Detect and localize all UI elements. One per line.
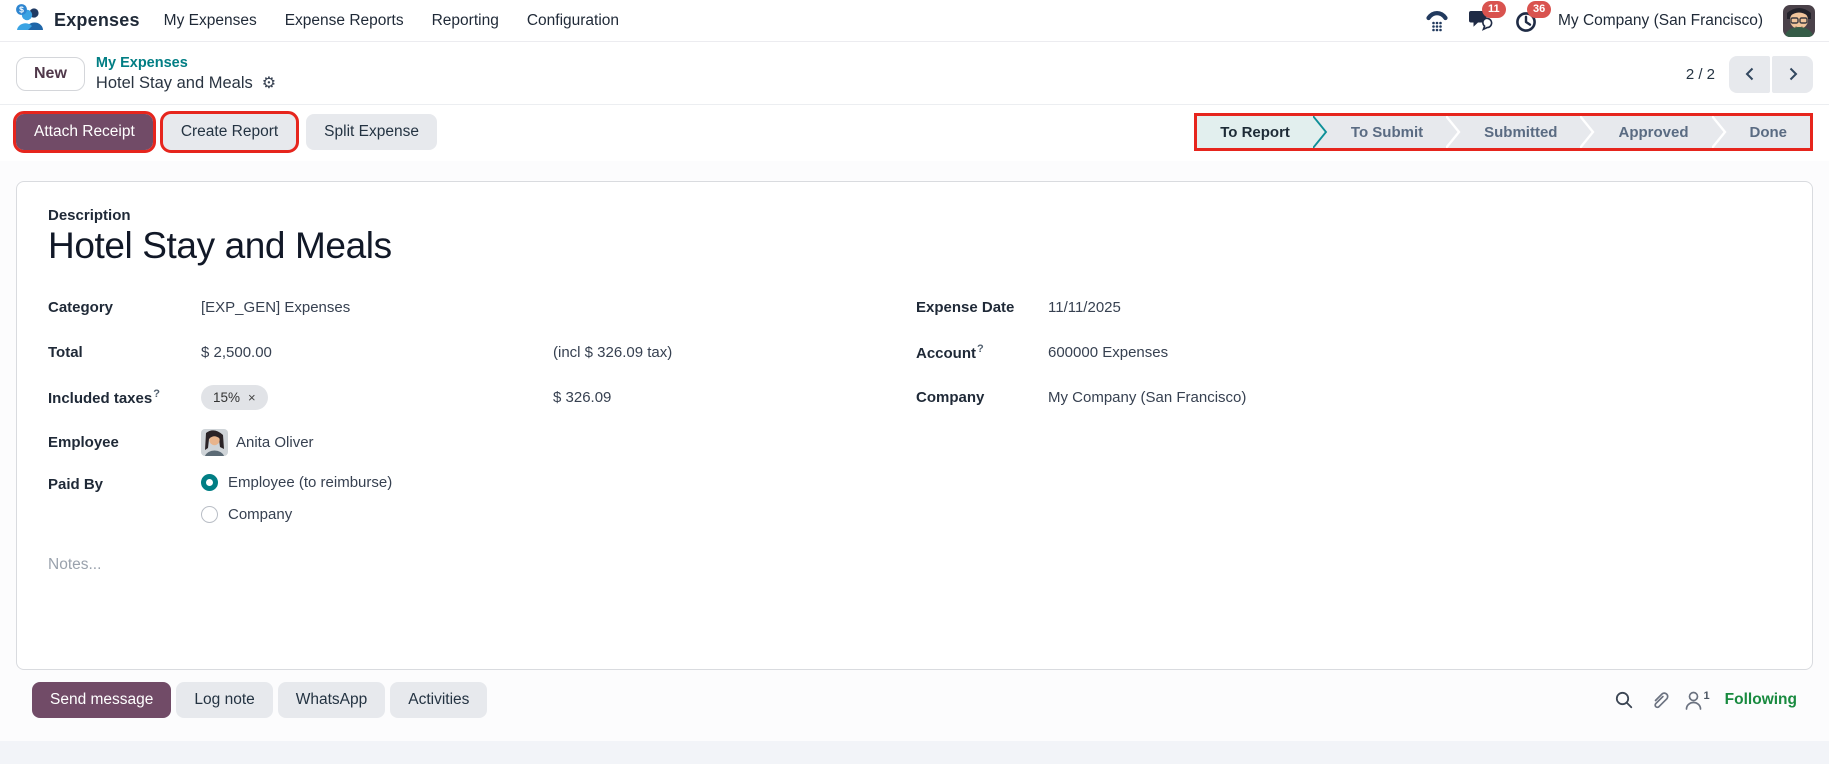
attach-receipt-button[interactable]: Attach Receipt [13, 111, 156, 154]
notes-input[interactable] [48, 556, 948, 613]
employee-avatar [201, 429, 228, 457]
radio-selected-icon[interactable] [201, 474, 218, 492]
account-label: Account? [916, 343, 984, 363]
stage-to-report[interactable]: To Report [1197, 116, 1313, 149]
total-value[interactable]: $ 2,500.00 [201, 344, 553, 361]
description-label: Description [48, 207, 131, 225]
chevron-right-icon [1789, 67, 1797, 81]
category-field: Category [EXP_GEN] Expenses [48, 294, 916, 321]
stage-separator-icon [1711, 116, 1727, 149]
activities-button[interactable]: Activities [390, 682, 488, 719]
breadcrumb-current: Hotel Stay and Meals ⚙ [96, 73, 276, 94]
followers-icon[interactable]: 1 [1684, 690, 1710, 711]
log-note-button[interactable]: Log note [176, 682, 273, 719]
statusbar: To Report To Submit Submitted Approved D… [1194, 113, 1813, 152]
category-label: Category [48, 299, 114, 317]
stage-separator-icon [1580, 116, 1596, 149]
company-switcher[interactable]: My Company (San Francisco) [1558, 12, 1763, 30]
stage-to-submit[interactable]: To Submit [1327, 116, 1447, 149]
action-bar: Attach Receipt Create Report Split Expen… [0, 104, 1829, 162]
menu-my-expenses[interactable]: My Expenses [164, 12, 257, 30]
tax-tag[interactable]: 15% × [201, 385, 268, 411]
help-icon[interactable]: ? [153, 388, 160, 400]
activities-badge: 36 [1526, 0, 1552, 18]
total-field: Total $ 2,500.00 (incl $ 326.09 tax) [48, 339, 916, 366]
company-label: Company [916, 389, 985, 407]
pager-counter: 2 / 2 [1685, 65, 1715, 83]
menu-reporting[interactable]: Reporting [432, 12, 499, 30]
form-view: Description Hotel Stay and Meals Categor… [0, 161, 1829, 719]
account-value[interactable]: 600000 Expenses [1048, 344, 1168, 361]
tax-tag-remove-icon[interactable]: × [248, 391, 256, 404]
radio-unselected-icon[interactable] [201, 506, 218, 524]
total-tax-note: (incl $ 326.09 tax) [553, 344, 673, 362]
main-menu: My Expenses Expense Reports Reporting Co… [164, 12, 619, 30]
expense-date-value[interactable]: 11/11/2025 [1048, 299, 1121, 316]
svg-text:$: $ [19, 4, 24, 14]
stage-approved[interactable]: Approved [1595, 116, 1712, 149]
send-message-button[interactable]: Send message [32, 682, 172, 719]
paid-by-label: Paid By [48, 476, 104, 494]
paid-by-field: Paid By Employee (to reimburse) Company [48, 474, 916, 538]
user-avatar[interactable] [1783, 4, 1815, 37]
tax-amount: $ 326.09 [553, 389, 612, 407]
chatter-bar: Send message Log note WhatsApp Activitie… [16, 670, 1813, 719]
app-name: Expenses [54, 10, 140, 30]
paid-by-option-company[interactable]: Company [201, 506, 392, 524]
help-icon[interactable]: ? [977, 343, 984, 355]
category-value[interactable]: [EXP_GEN] Expenses [201, 299, 350, 316]
employee-value[interactable]: Anita Oliver [236, 434, 314, 451]
pager-next-button[interactable] [1772, 55, 1813, 93]
chevron-left-icon [1745, 67, 1753, 81]
menu-configuration[interactable]: Configuration [527, 12, 619, 30]
expense-title[interactable]: Hotel Stay and Meals [48, 225, 1781, 267]
gear-icon[interactable]: ⚙ [262, 75, 276, 92]
split-expense-button[interactable]: Split Expense [306, 114, 437, 151]
footer-band [0, 741, 1829, 764]
top-navbar: $ Expenses My Expenses Expense Reports R… [0, 0, 1829, 42]
stage-done[interactable]: Done [1726, 116, 1810, 149]
search-messages-icon[interactable] [1614, 690, 1634, 710]
tax-tag-label: 15% [213, 390, 241, 406]
breadcrumb-parent-link[interactable]: My Expenses [96, 54, 276, 73]
expense-date-label: Expense Date [916, 299, 1015, 317]
company-field: Company My Company (San Francisco) [916, 384, 1781, 411]
voip-phone-icon[interactable] [1425, 10, 1449, 32]
stage-separator-icon [1446, 116, 1462, 149]
followers-count: 1 [1703, 690, 1710, 703]
expenses-app-icon: $ [14, 3, 44, 38]
attachments-paperclip-icon[interactable] [1649, 690, 1669, 711]
pager-previous-button[interactable] [1729, 55, 1770, 93]
stage-separator-icon [1312, 116, 1328, 149]
following-button[interactable]: Following [1725, 691, 1797, 709]
menu-expense-reports[interactable]: Expense Reports [285, 12, 404, 30]
stage-submitted[interactable]: Submitted [1461, 116, 1581, 149]
breadcrumb: My Expenses Hotel Stay and Meals ⚙ [96, 54, 276, 94]
activities-clock-icon[interactable]: 36 [1514, 0, 1552, 33]
total-label: Total [48, 344, 83, 362]
whatsapp-button[interactable]: WhatsApp [277, 682, 386, 719]
expense-date-field: Expense Date 11/11/2025 [916, 294, 1781, 321]
account-field: Account? 600000 Expenses [916, 339, 1781, 366]
company-value[interactable]: My Company (San Francisco) [1048, 389, 1246, 406]
form-right-column: Expense Date 11/11/2025 Account? 600000 … [916, 294, 1781, 429]
create-report-button[interactable]: Create Report [159, 111, 300, 154]
new-button[interactable]: New [16, 57, 85, 92]
employee-field: Employee Anita Oliver [48, 429, 916, 457]
app-brand[interactable]: $ Expenses [14, 3, 140, 38]
messages-icon[interactable]: 11 [1468, 1, 1506, 32]
paid-by-option-employee[interactable]: Employee (to reimburse) [201, 474, 392, 492]
form-left-column: Category [EXP_GEN] Expenses Total $ 2,50… [48, 294, 948, 613]
messages-badge: 11 [1481, 1, 1506, 18]
included-taxes-field: Included taxes? 15% × $ 326.09 [48, 384, 916, 411]
form-sheet: Description Hotel Stay and Meals Categor… [16, 181, 1813, 671]
record-title: Hotel Stay and Meals [95, 73, 253, 92]
control-panel: New My Expenses Hotel Stay and Meals ⚙ 2… [0, 42, 1829, 105]
employee-label: Employee [48, 434, 119, 452]
included-taxes-label: Included taxes? [48, 388, 160, 408]
